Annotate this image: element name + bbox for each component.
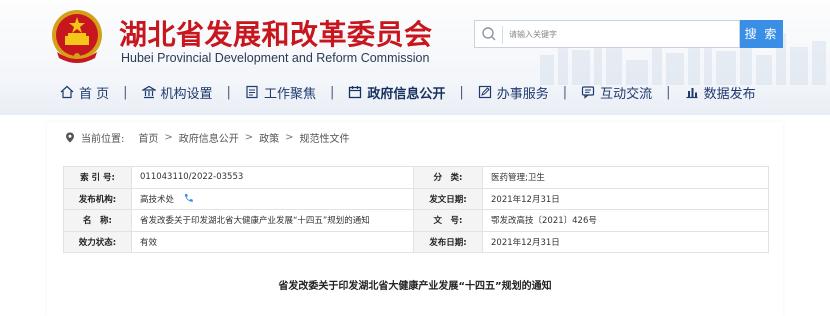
- breadcrumb-link-gov-info[interactable]: 政府信息公开: [179, 130, 239, 145]
- nav-item-label: 机构设置: [160, 86, 213, 102]
- search-button[interactable]: 搜 索: [740, 20, 783, 48]
- docno-label: 文 号:: [413, 209, 483, 232]
- status-label: 效力状态:: [63, 230, 132, 253]
- issue-date-label: 发文日期:: [413, 187, 483, 210]
- content-panel: 当前位置: 首页 > 政府信息公开 > 政策 > 规范性文件 索 引 号: 01…: [47, 122, 783, 316]
- nav-item-label: 工作聚焦: [263, 86, 316, 102]
- breadcrumb-link-policy[interactable]: 政策: [259, 130, 279, 145]
- search-icon: [482, 27, 496, 41]
- nav-separator: |: [459, 84, 464, 100]
- phone-icon[interactable]: [183, 193, 194, 203]
- breadcrumb-separator: >: [285, 132, 294, 143]
- breadcrumb-prefix: 当前位置:: [81, 134, 125, 145]
- home-icon: [60, 85, 74, 99]
- site-title: 湖北省发展和改革委员会: [119, 18, 433, 51]
- nav-separator: |: [562, 84, 568, 100]
- issuer-cell: 高技术处: [131, 187, 414, 210]
- breadcrumb-separator: >: [164, 132, 173, 143]
- publish-date-label: 发布日期:: [413, 230, 483, 253]
- calendar-icon: [349, 86, 362, 99]
- edit-icon: [478, 85, 491, 99]
- breadcrumb-link-normative[interactable]: 规范性文件: [300, 130, 350, 145]
- search-input[interactable]: [509, 24, 729, 44]
- nav-item-gov-info[interactable]: 政府信息公开: [348, 83, 445, 102]
- table-row: 名 称: 省发改委关于印发湖北省大健康产业发展“十四五”规划的通知 文 号: 鄂…: [63, 209, 769, 232]
- publish-date-value: 2021年12月31日: [482, 230, 769, 253]
- issue-date-value: 2021年12月31日: [482, 187, 769, 210]
- main-nav: 首 页 | 机构设置 | 工作聚焦 | 政府信息公开 | 办事服务 | 互动交流…: [60, 80, 756, 104]
- index-label: 索 引 号:: [63, 166, 132, 189]
- search-divider: [502, 26, 503, 44]
- search-box: [474, 20, 740, 48]
- category-label: 分 类:: [413, 166, 483, 189]
- institution-icon: [141, 85, 156, 99]
- nav-item-institution[interactable]: 机构设置: [141, 83, 213, 102]
- table-row: 索 引 号: 011043110/2022-03553 分 类: 医药管理;卫生: [63, 166, 769, 189]
- breadcrumb-separator: >: [244, 132, 254, 143]
- nav-separator: |: [666, 84, 671, 100]
- document-icon: [246, 85, 258, 99]
- table-row: 发布机构: 高技术处 发文日期: 2021年12月31日: [63, 187, 769, 210]
- breadcrumb-link-home[interactable]: 首页: [138, 130, 158, 145]
- issuer-label: 发布机构:: [63, 187, 132, 210]
- status-value: 有效: [131, 230, 414, 253]
- site-header: 湖北省发展和改革委员会 Hubei Provincial Development…: [0, 0, 830, 115]
- nav-item-label: 办事服务: [496, 86, 549, 102]
- nav-item-label: 互动交流: [600, 86, 653, 102]
- bar-chart-icon: [686, 88, 698, 99]
- nav-item-focus[interactable]: 工作聚焦: [245, 83, 316, 102]
- nav-item-services[interactable]: 办事服务: [478, 83, 549, 102]
- site-subtitle: Hubei Provincial Development and Reform …: [121, 51, 430, 65]
- nav-separator: |: [226, 84, 231, 100]
- category-value: 医药管理;卫生: [482, 166, 769, 189]
- nav-separator: |: [123, 84, 128, 100]
- document-meta-table: 索 引 号: 011043110/2022-03553 分 类: 医药管理;卫生…: [63, 166, 769, 253]
- nav-item-data[interactable]: 数据发布: [685, 83, 756, 102]
- docno-value: 鄂发改高技〔2021〕426号: [482, 209, 769, 232]
- location-pin-icon: [66, 132, 74, 143]
- national-emblem-icon: [52, 10, 102, 63]
- index-value: 011043110/2022-03553: [131, 166, 414, 189]
- nav-item-interaction[interactable]: 互动交流: [581, 83, 652, 102]
- name-label: 名 称:: [63, 209, 132, 232]
- chat-icon: [582, 86, 595, 99]
- nav-item-label: 首 页: [79, 86, 110, 102]
- table-row: 效力状态: 有效 发布日期: 2021年12月31日: [63, 230, 769, 253]
- nav-separator: |: [329, 84, 335, 100]
- breadcrumb: 当前位置: 首页 > 政府信息公开 > 政策 > 规范性文件: [65, 130, 350, 145]
- nav-item-label: 数据发布: [703, 86, 756, 102]
- nav-item-label: 政府信息公开: [367, 86, 446, 102]
- issuer-value: 高技术处: [140, 194, 175, 205]
- nav-item-home[interactable]: 首 页: [60, 83, 109, 102]
- document-title: 省发改委关于印发湖北省大健康产业发展“十四五”规划的通知: [278, 281, 552, 292]
- name-value: 省发改委关于印发湖北省大健康产业发展“十四五”规划的通知: [131, 209, 414, 232]
